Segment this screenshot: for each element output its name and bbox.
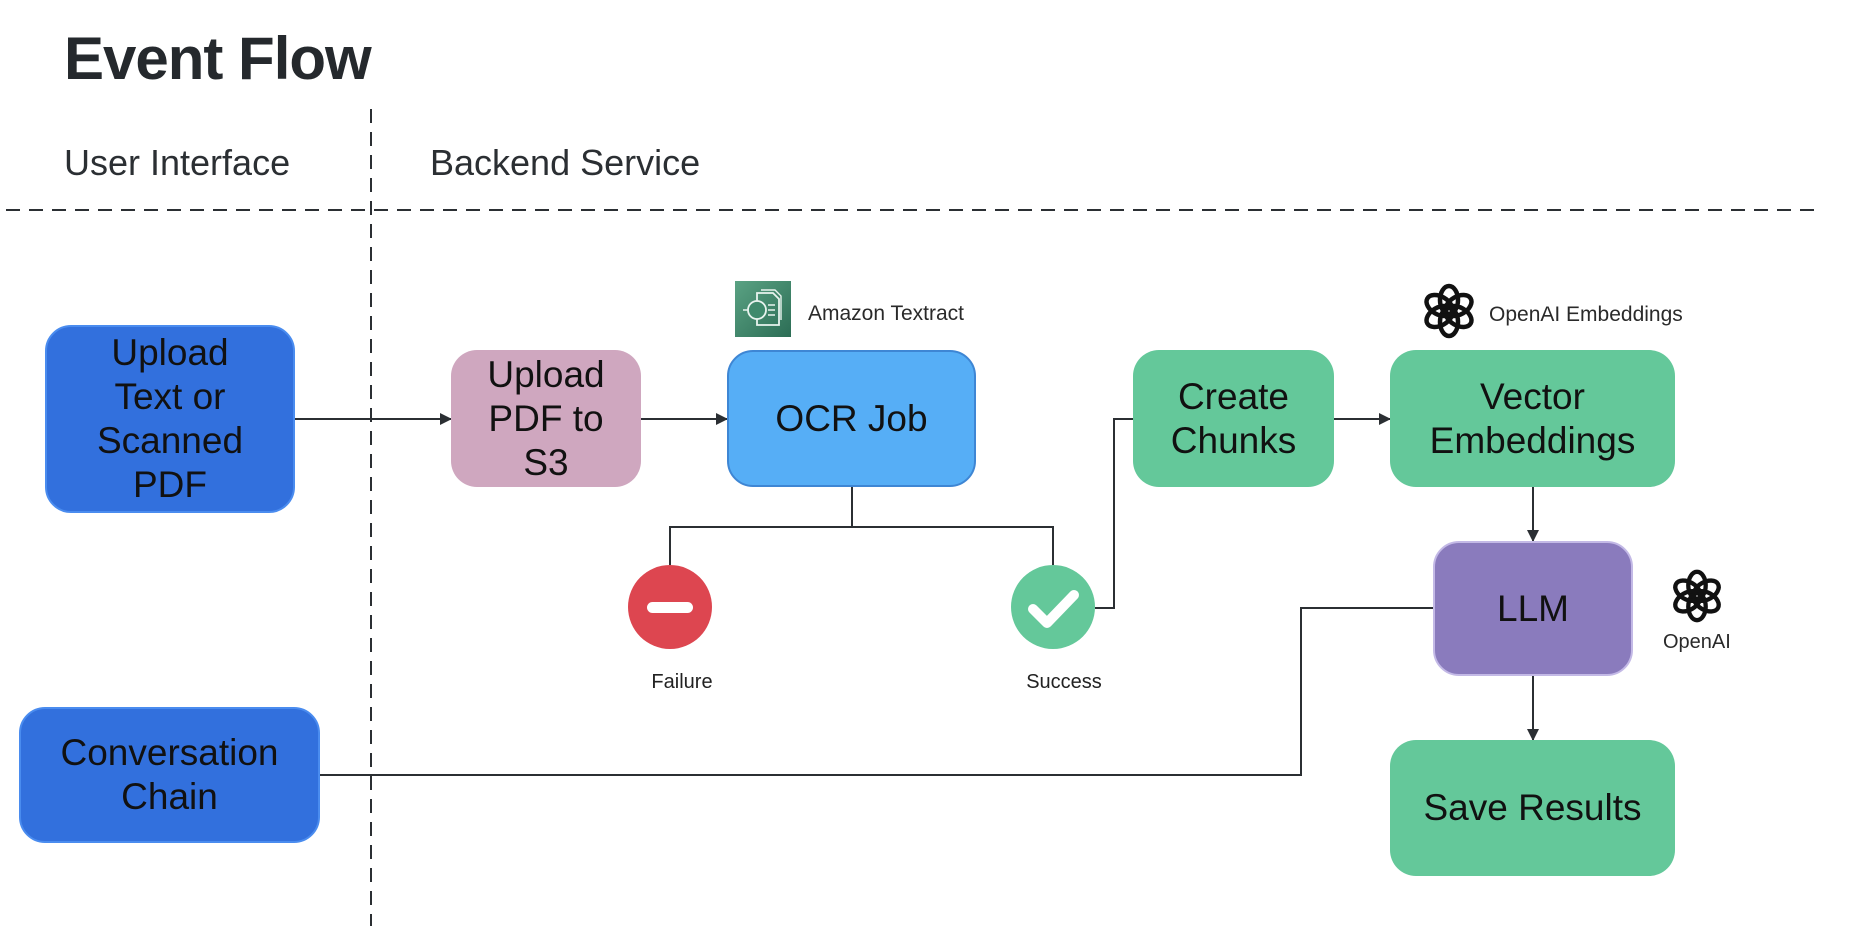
node-ocr-job[interactable]: OCR Job (727, 350, 976, 487)
success-status[interactable] (1011, 565, 1095, 649)
openai-llm-label: OpenAI (1663, 631, 1731, 653)
node-conversation-chain[interactable]: Conversation Chain (19, 707, 320, 843)
amazon-textract-icon (735, 281, 791, 337)
node-create-chunks[interactable]: Create Chunks (1133, 350, 1334, 487)
node-llm[interactable]: LLM (1433, 541, 1633, 676)
success-label: Success (1026, 671, 1102, 693)
failure-status[interactable] (628, 565, 712, 649)
edge-ocr-to-success (852, 526, 1054, 565)
node-save-results[interactable]: Save Results (1390, 740, 1675, 876)
openai-logo-icon (1424, 283, 1474, 339)
edge-ocr-to-failure (669, 526, 852, 565)
failure-label: Failure (651, 671, 713, 693)
edge-conversation-to-llm (320, 607, 1433, 776)
openai-embeddings-label: OpenAI Embeddings (1489, 303, 1683, 326)
edge-success-to-chunks (1095, 418, 1133, 609)
openai-logo-icon (1673, 569, 1721, 623)
checkmark-icon (1028, 590, 1079, 628)
amazon-textract-label: Amazon Textract (808, 302, 965, 325)
node-vector-embeddings[interactable]: Vector Embeddings (1390, 350, 1675, 487)
node-upload-pdf-to-s3[interactable]: Upload PDF to S3 (451, 350, 641, 487)
node-upload-text-or-scanned-pdf[interactable]: Upload Text or Scanned PDF (45, 325, 295, 513)
minus-icon (647, 602, 693, 613)
